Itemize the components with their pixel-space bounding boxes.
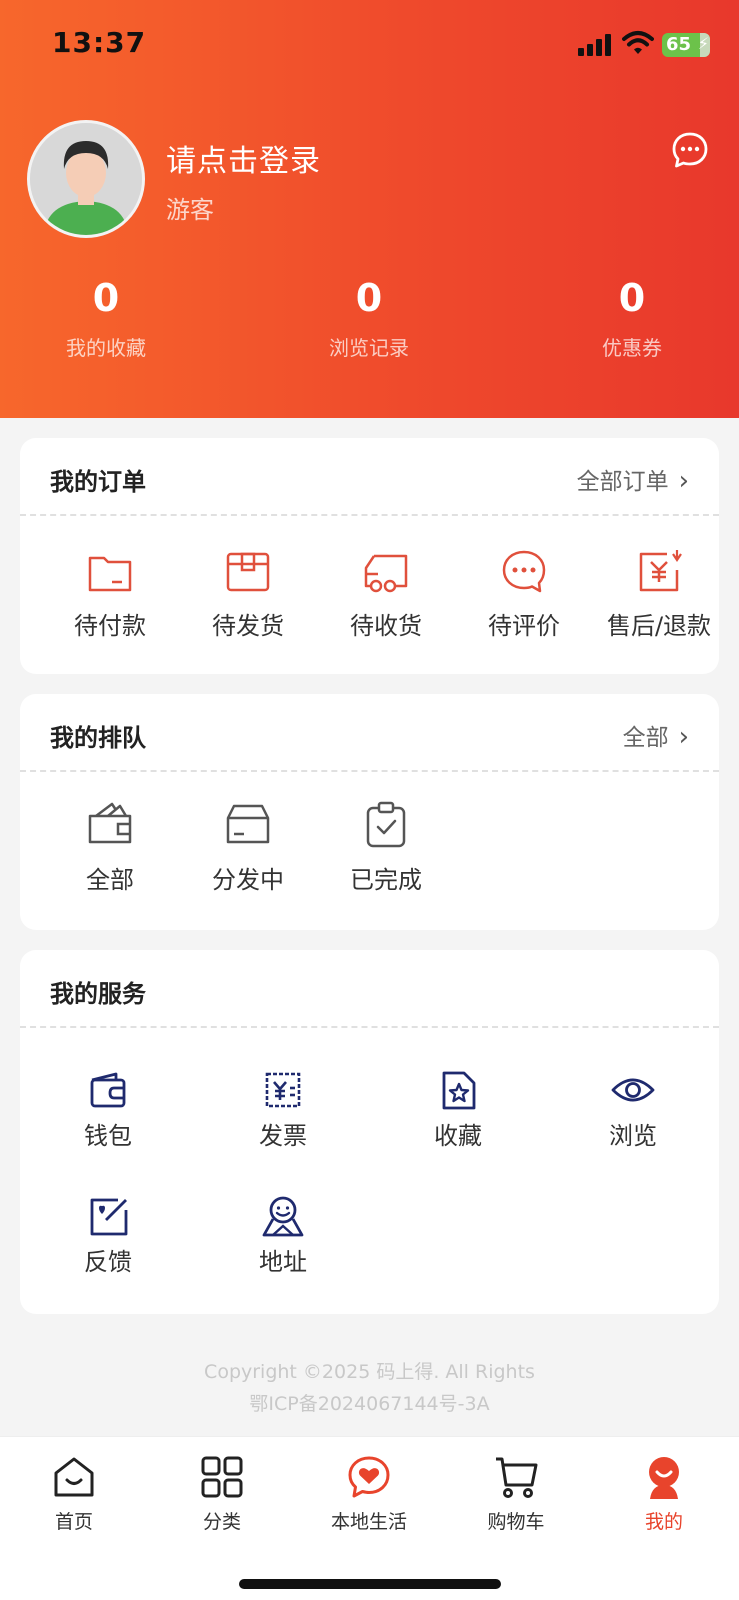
avatar[interactable] (27, 120, 145, 238)
stat-label: 浏览记录 (329, 336, 409, 360)
service-label: 反馈 (84, 1248, 132, 1276)
queue-title: 我的排队 (50, 724, 146, 752)
bottom-tab-bar: 首页 分类 本地生活 购物车 我的 (0, 1436, 739, 1600)
queue-label: 全部 (86, 866, 134, 894)
stat-history[interactable]: 0 浏览记录 (269, 272, 469, 361)
copyright: Copyright ©2025 码上得. All Rights 鄂ICP备202… (0, 1356, 739, 1420)
grid-icon (201, 1456, 243, 1498)
services-card-header: 我的服务 (20, 950, 719, 1028)
wifi-icon (622, 31, 654, 54)
tab-label: 首页 (54, 1511, 93, 1533)
all-orders-label: 全部订单 (576, 469, 669, 495)
profile-header: 13:37 65 ⚡ 请点击登录 游客 0 我的收藏 0 浏览记录 0 优惠券 (0, 0, 739, 418)
copyright-text: Copyright ©2025 码上得. All Rights (204, 1361, 535, 1383)
user-role: 游客 (166, 196, 214, 224)
signal-icon (578, 34, 614, 56)
heart-chat-icon (348, 1456, 390, 1498)
wallet-icon (90, 1072, 126, 1108)
tab-label: 本地生活 (330, 1511, 407, 1533)
orders-card-header: 我的订单 全部订单 › (20, 438, 719, 516)
clipboard-check-icon (366, 801, 406, 848)
tab-label: 购物车 (487, 1511, 545, 1533)
stat-value: 0 (355, 276, 383, 320)
wallet-icon (88, 802, 132, 844)
order-label: 售后/退款 (606, 612, 712, 640)
stat-label: 我的收藏 (66, 336, 146, 360)
order-label: 待收货 (350, 612, 422, 640)
service-label: 浏览 (609, 1122, 657, 1150)
wallet-card-icon (88, 556, 132, 592)
services-card: 我的服务 钱包 发票 收藏 浏览 反馈 地址 (20, 950, 719, 1314)
stat-label: 优惠券 (602, 336, 662, 360)
truck-icon (364, 554, 408, 593)
services-title: 我的服务 (50, 980, 146, 1008)
chevron-right-icon: › (678, 466, 689, 496)
order-label: 待评价 (488, 612, 560, 640)
tab-label: 分类 (202, 1511, 241, 1533)
package-icon (226, 552, 270, 592)
stat-coupons[interactable]: 0 优惠券 (532, 272, 732, 361)
chevron-right-icon: › (678, 722, 689, 752)
tab-label: 我的 (644, 1511, 683, 1533)
invoice-icon (265, 1072, 301, 1108)
service-label: 发票 (259, 1122, 307, 1150)
eye-icon (611, 1078, 655, 1102)
order-label: 待发货 (212, 612, 284, 640)
queue-card: 我的排队 全部 › 全部 分发中 已完成 (20, 694, 719, 930)
queue-label: 已完成 (350, 866, 422, 894)
stat-value: 0 (618, 276, 646, 320)
stat-favorites[interactable]: 0 我的收藏 (6, 272, 206, 361)
battery-level: 65 (666, 34, 692, 55)
star-document-icon (442, 1071, 476, 1110)
login-prompt[interactable]: 请点击登录 (166, 136, 321, 180)
status-time: 13:37 (52, 26, 147, 59)
home-indicator (239, 1579, 501, 1589)
all-queue-link[interactable]: 全部 › (623, 718, 689, 752)
profile-icon (649, 1457, 679, 1499)
cart-icon (496, 1457, 538, 1498)
orders-title: 我的订单 (50, 468, 146, 496)
orders-card: 我的订单 全部订单 › 待付款 待发货 待收货 待评价 售后/退款 (20, 438, 719, 674)
box-icon (226, 804, 270, 844)
edit-icon (90, 1198, 128, 1236)
status-bar: 13:37 65 ⚡ (0, 0, 739, 90)
all-queue-label: 全部 (622, 725, 669, 751)
message-icon[interactable] (670, 130, 710, 170)
all-orders-link[interactable]: 全部订单 › (577, 462, 689, 496)
icp-license: 鄂ICP备2024067144号-3A (249, 1393, 490, 1415)
service-label: 收藏 (434, 1122, 482, 1150)
queue-label: 分发中 (212, 866, 284, 894)
service-label: 地址 (259, 1248, 307, 1276)
chat-bubble-icon (502, 550, 546, 593)
default-avatar-icon (30, 123, 142, 235)
home-icon (54, 1457, 94, 1497)
stat-value: 0 (92, 276, 120, 320)
order-label: 待付款 (74, 612, 146, 640)
service-label: 钱包 (84, 1122, 132, 1150)
refund-icon (639, 550, 682, 592)
battery-icon: 65 ⚡ (662, 33, 710, 57)
location-person-icon (262, 1196, 304, 1237)
queue-card-header: 我的排队 全部 › (20, 694, 719, 772)
